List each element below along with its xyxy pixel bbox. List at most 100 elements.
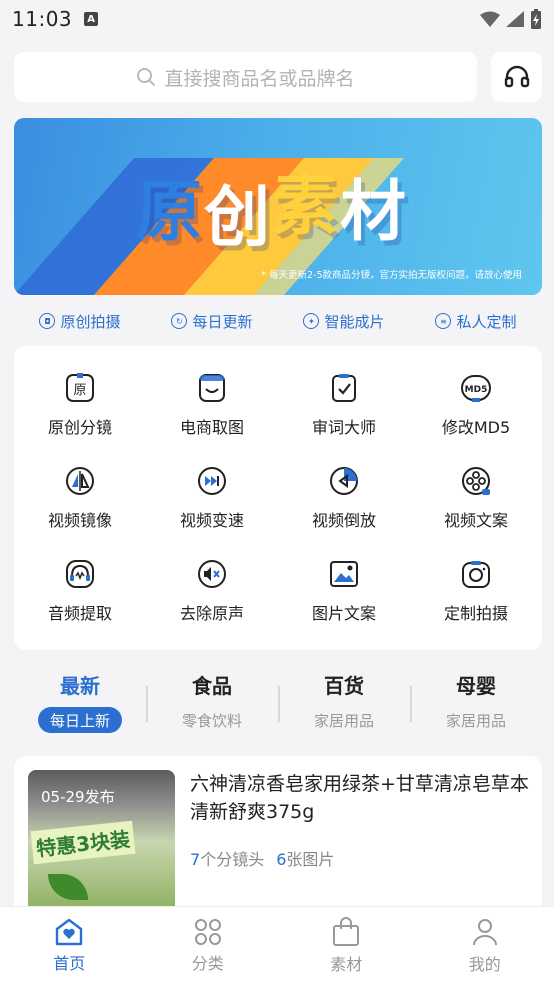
home-icon bbox=[56, 918, 83, 945]
bag-icon bbox=[333, 916, 360, 946]
category-subtitle: 家居用品 bbox=[313, 711, 374, 730]
tool-remove-voice[interactable]: 去除原声 bbox=[146, 545, 278, 638]
tool-label: 去除原声 bbox=[179, 604, 244, 624]
search-placeholder: 直接搜商品名或品牌名 bbox=[164, 67, 355, 90]
tool-product-image[interactable]: 电商取图 bbox=[146, 358, 278, 451]
feature-item: ◘ 原创拍摄 bbox=[39, 311, 121, 332]
feature-label: 私人定制 bbox=[456, 312, 517, 331]
tab-material[interactable]: 素材 bbox=[277, 907, 416, 984]
signal-icon bbox=[506, 11, 524, 27]
tool-image-copy[interactable]: 图片文案 bbox=[278, 545, 410, 638]
tool-custom-shoot[interactable]: 定制拍摄 bbox=[410, 545, 542, 638]
tab-mine[interactable]: 我的 bbox=[416, 907, 554, 984]
images-count: 6 bbox=[276, 850, 287, 869]
tab-home[interactable]: 首页 bbox=[0, 907, 139, 984]
customer-service-button[interactable] bbox=[491, 52, 542, 102]
category-tab-baby[interactable]: 母婴 家居用品 bbox=[410, 670, 542, 733]
fast-forward-icon bbox=[198, 466, 226, 495]
category-title: 母婴 bbox=[456, 674, 496, 698]
feature-item: ≡ 私人定制 bbox=[435, 311, 517, 332]
rewind-icon bbox=[330, 466, 358, 495]
category-tab-general[interactable]: 百货 家居用品 bbox=[278, 670, 410, 733]
tool-label: 审词大师 bbox=[311, 417, 376, 437]
md5-icon: MD5 bbox=[461, 374, 491, 402]
status-time: 11:03 bbox=[12, 7, 73, 31]
headset-icon bbox=[504, 65, 529, 88]
tool-label: 图片文案 bbox=[311, 604, 376, 624]
banner-note: * 每天更新2-5款商品分镜，官方实拍无版权问题，请放心使用 bbox=[261, 270, 522, 281]
category-subtitle: 家居用品 bbox=[445, 711, 506, 730]
svg-text:MD5: MD5 bbox=[465, 385, 488, 395]
tool-video-copy[interactable]: 视频文案 bbox=[410, 451, 542, 544]
banner-char: 创 bbox=[204, 179, 272, 256]
category-subtitle: 每日上新 bbox=[37, 707, 122, 733]
tab-category[interactable]: 分类 bbox=[139, 907, 278, 984]
bag-icon bbox=[199, 373, 225, 402]
tool-md5[interactable]: MD5 修改MD5 bbox=[410, 358, 542, 451]
feature-label: 原创拍摄 bbox=[60, 312, 121, 331]
tool-audio-extract[interactable]: 音频提取 bbox=[14, 545, 146, 638]
grid-icon bbox=[194, 918, 221, 945]
tab-label: 我的 bbox=[468, 954, 501, 974]
tools-grid: 原 原创分镜 电商取图 审词大师 MD5 修改MD5 视频镜像 视频变速 视频倒… bbox=[14, 346, 542, 650]
tool-label: 视频倒放 bbox=[311, 510, 376, 530]
mute-icon bbox=[198, 560, 226, 589]
svg-text:原: 原 bbox=[73, 383, 86, 398]
feature-highlights: ◘ 原创拍摄 ↻ 每日更新 ✦ 智能成片 ≡ 私人定制 bbox=[14, 304, 542, 338]
feature-label: 智能成片 bbox=[324, 312, 385, 331]
storyboard-icon: 原 bbox=[66, 372, 94, 402]
tool-label: 修改MD5 bbox=[441, 417, 511, 437]
image-icon bbox=[330, 561, 358, 588]
mirror-icon bbox=[66, 466, 94, 495]
tool-label: 音频提取 bbox=[47, 604, 112, 624]
category-title: 食品 bbox=[192, 674, 232, 698]
images-label: 张图片 bbox=[286, 850, 335, 869]
publish-date: 05-29发布 bbox=[41, 788, 115, 806]
tool-label: 原创分镜 bbox=[47, 417, 112, 437]
search-input[interactable]: 直接搜商品名或品牌名 bbox=[14, 52, 477, 102]
tab-label: 分类 bbox=[191, 953, 224, 973]
product-meta: 7个分镜头 6张图片 bbox=[190, 846, 334, 870]
user-icon bbox=[472, 918, 497, 945]
product-title: 六神清凉香皂家用绿茶+甘草清凉皂草本清新舒爽375g bbox=[190, 773, 529, 823]
wifi-icon bbox=[480, 11, 500, 27]
battery-icon bbox=[531, 9, 541, 29]
tool-label: 视频变速 bbox=[179, 510, 244, 530]
promo-banner[interactable]: 原 创 素 材 * 每天更新2-5款商品分镜，官方实拍无版权问题，请放心使用 bbox=[14, 118, 542, 295]
tool-label: 定制拍摄 bbox=[443, 604, 508, 624]
banner-title: 原 创 素 材 bbox=[136, 158, 408, 256]
magic-icon: ✦ bbox=[303, 313, 320, 329]
audio-icon bbox=[66, 560, 94, 589]
checklist-icon bbox=[332, 373, 356, 402]
search-icon bbox=[137, 68, 156, 86]
banner-char: 材 bbox=[340, 173, 408, 250]
category-tabs: 最新 每日上新 食品 零食饮料 百货 家居用品 母婴 家居用品 bbox=[14, 670, 542, 740]
camera-lens-icon bbox=[462, 561, 490, 589]
tool-video-speed[interactable]: 视频变速 bbox=[146, 451, 278, 544]
package-label: 特惠3块装 bbox=[30, 820, 136, 865]
banner-char: 素 bbox=[272, 167, 340, 244]
tool-label: 视频文案 bbox=[443, 510, 508, 530]
tool-video-mirror[interactable]: 视频镜像 bbox=[14, 451, 146, 544]
tool-label: 电商取图 bbox=[179, 417, 244, 437]
tool-word-review[interactable]: 审词大师 bbox=[278, 358, 410, 451]
notification-icon: A bbox=[84, 12, 99, 26]
shots-count: 7 bbox=[190, 850, 201, 869]
feature-item: ✦ 智能成片 bbox=[303, 311, 385, 332]
category-tab-food[interactable]: 食品 零食饮料 bbox=[146, 670, 278, 733]
tool-storyboard[interactable]: 原 原创分镜 bbox=[14, 358, 146, 451]
tool-video-reverse[interactable]: 视频倒放 bbox=[278, 451, 410, 544]
camera-icon: ◘ bbox=[39, 313, 56, 329]
feature-label: 每日更新 bbox=[192, 312, 253, 331]
tab-label: 首页 bbox=[53, 953, 86, 973]
leaf-decoration bbox=[48, 874, 88, 900]
bottom-tab-bar: 首页 分类 素材 我的 bbox=[0, 906, 554, 984]
custom-icon: ≡ bbox=[435, 313, 452, 329]
feature-item: ↻ 每日更新 bbox=[171, 311, 253, 332]
category-tab-latest[interactable]: 最新 每日上新 bbox=[14, 670, 146, 733]
banner-char: 原 bbox=[136, 173, 204, 250]
category-title: 最新 bbox=[60, 674, 100, 698]
tab-label: 素材 bbox=[330, 954, 363, 974]
images-info: 6张图片 bbox=[276, 846, 334, 870]
shots-info: 7个分镜头 bbox=[190, 846, 264, 870]
